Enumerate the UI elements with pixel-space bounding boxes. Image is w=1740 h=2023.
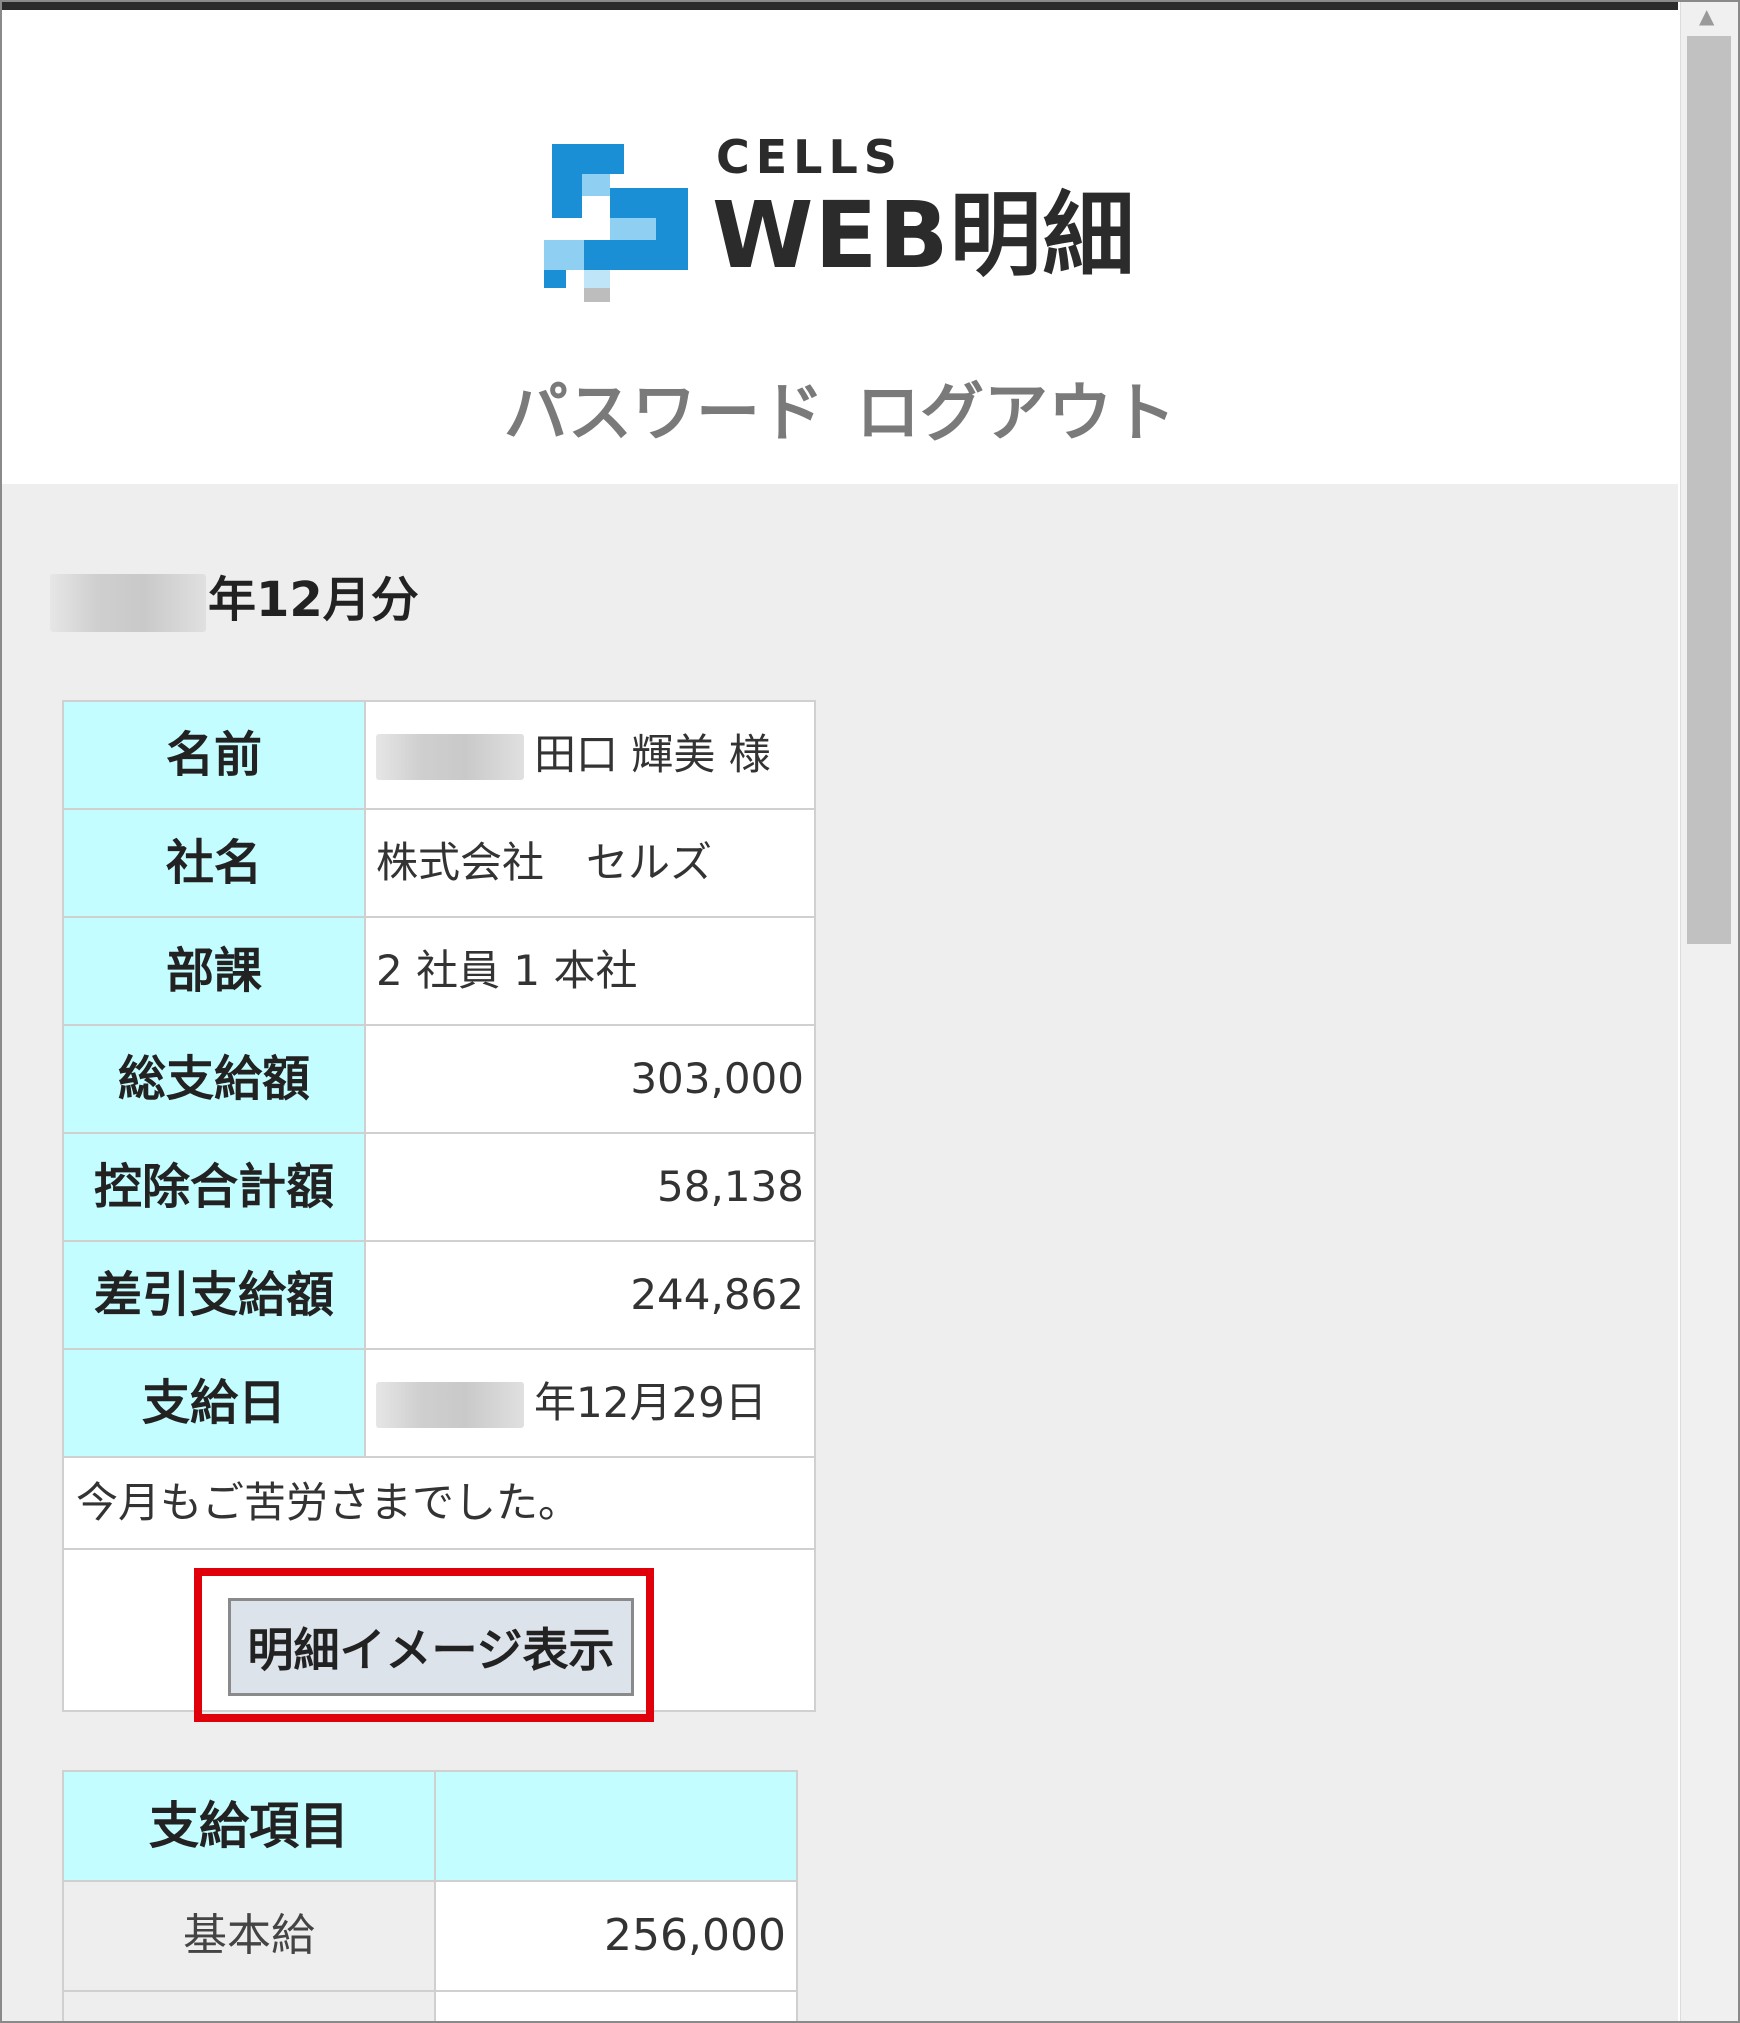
table-row: 控除合計額 58,138 <box>62 1132 816 1242</box>
table-row: 今月もご苦労さまでした。 <box>62 1456 816 1550</box>
table-row: 部課 2 社員 1 本社 <box>62 916 816 1026</box>
thank-you-message: 今月もご苦労さまでした。 <box>62 1456 816 1550</box>
table-row: 家族手当 <box>62 1990 798 2021</box>
payments-table: 支給項目 基本給 256,000 家族手当 <box>62 1770 798 2021</box>
row-label: 控除合計額 <box>62 1132 366 1242</box>
employee-name: 田口 輝美 様 <box>534 729 771 779</box>
table-row: 支給項目 <box>62 1770 798 1882</box>
employee-name-cell: 田口 輝美 様 <box>364 700 816 810</box>
page-viewport: CELLS WEB明細 パスワード ログアウト 年12月分 名前 田口 輝美 様 … <box>2 10 1678 2021</box>
row-label: 総支給額 <box>62 1024 366 1134</box>
table-row: 支給日 年12月29日 <box>62 1348 816 1458</box>
redacted-pay-year <box>376 1382 524 1429</box>
scrollbar-thumb[interactable] <box>1687 36 1731 944</box>
total-deductions: 58,138 <box>364 1132 816 1242</box>
show-detail-image-button[interactable]: 明細イメージ表示 <box>228 1598 634 1696</box>
scroll-up-icon[interactable]: ▲ <box>1699 4 1714 28</box>
header-nav: パスワード ログアウト <box>2 374 1678 454</box>
payment-item-label: 家族手当 <box>62 1990 436 2021</box>
row-label: 部課 <box>62 916 366 1026</box>
pay-date: 年12月29日 <box>534 1377 767 1427</box>
page-header: CELLS WEB明細 パスワード ログアウト <box>2 10 1678 484</box>
department: 2 社員 1 本社 <box>364 916 816 1026</box>
browser-frame: CELLS WEB明細 パスワード ログアウト 年12月分 名前 田口 輝美 様 … <box>0 0 1740 2023</box>
row-label: 差引支給額 <box>62 1240 366 1350</box>
row-label: 支給日 <box>62 1348 366 1458</box>
table-row: 総支給額 303,000 <box>62 1024 816 1134</box>
logo-product-text: WEB明細 <box>712 182 1136 289</box>
payment-item-value <box>434 1990 798 2021</box>
password-link[interactable]: パスワード <box>504 374 824 454</box>
payments-header-value <box>434 1770 798 1882</box>
table-row: 基本給 256,000 <box>62 1880 798 1992</box>
payments-header: 支給項目 <box>62 1770 436 1882</box>
pay-date-cell: 年12月29日 <box>364 1348 816 1458</box>
redacted-year <box>50 574 206 632</box>
row-label: 社名 <box>62 808 366 918</box>
pay-period-suffix: 年12月分 <box>208 572 419 628</box>
logout-link[interactable]: ログアウト <box>856 374 1176 454</box>
vertical-scrollbar[interactable]: ▲ <box>1680 2 1738 2021</box>
cells-web-meisai-logo[interactable]: CELLS WEB明細 <box>544 130 1144 306</box>
company-name: 株式会社 セルズ <box>364 808 816 918</box>
logo-mark-icon <box>544 144 688 302</box>
logo-cells-text: CELLS <box>716 130 903 184</box>
window-top-edge <box>2 2 1678 10</box>
row-label: 名前 <box>62 700 366 810</box>
redacted-employee-id <box>376 734 524 781</box>
payment-item-value: 256,000 <box>434 1880 798 1992</box>
pay-summary-table: 名前 田口 輝美 様 社名 株式会社 セルズ 部課 2 社員 1 本社 総支給額… <box>62 700 816 1712</box>
pay-period-title: 年12月分 <box>50 570 419 632</box>
table-row: 社名 株式会社 セルズ <box>62 808 816 918</box>
table-row: 差引支給額 244,862 <box>62 1240 816 1350</box>
net-pay: 244,862 <box>364 1240 816 1350</box>
table-row: 名前 田口 輝美 様 <box>62 700 816 810</box>
payment-item-label: 基本給 <box>62 1880 436 1992</box>
gross-pay: 303,000 <box>364 1024 816 1134</box>
